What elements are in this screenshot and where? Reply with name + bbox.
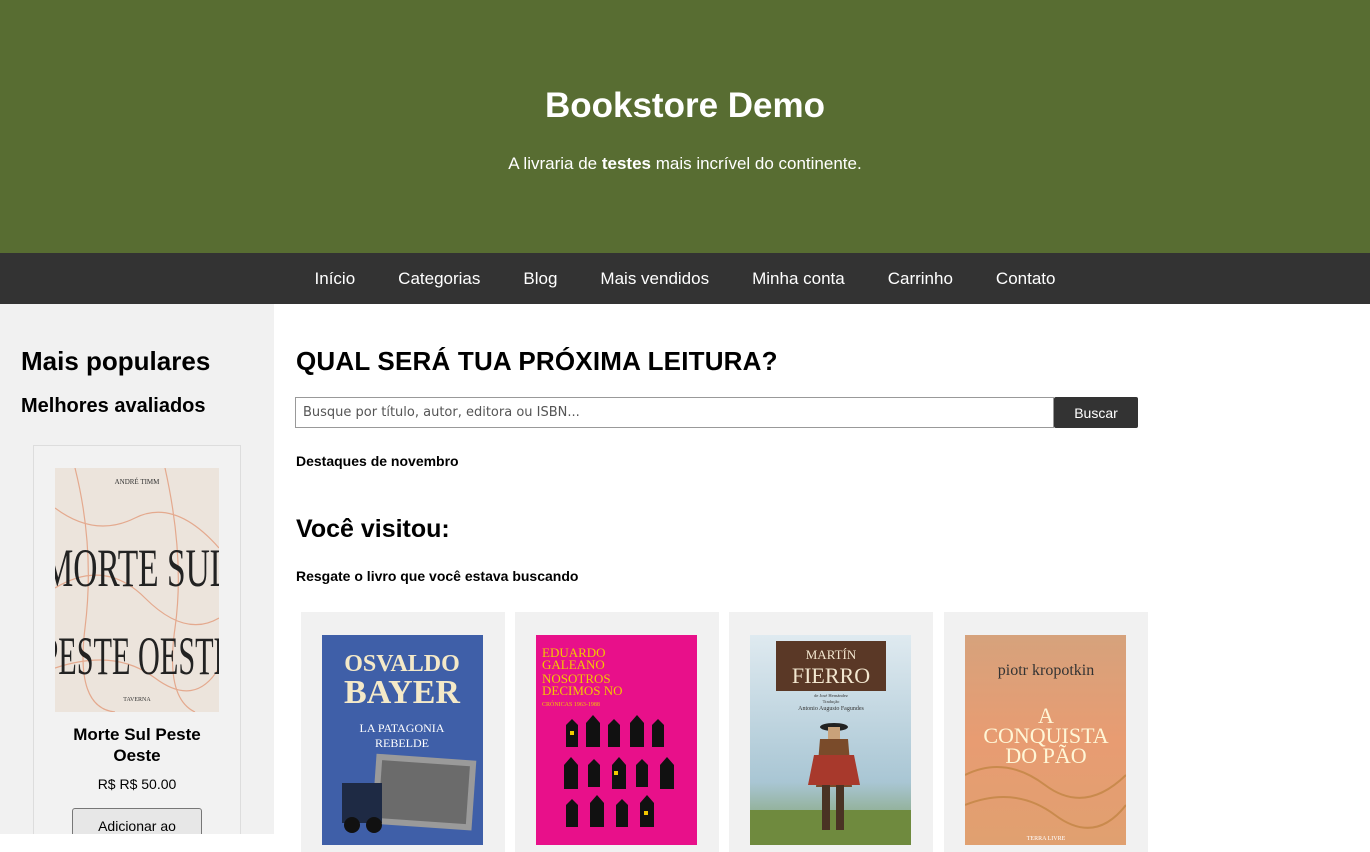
cover-title-line1: MORTE SUL xyxy=(55,538,219,598)
visited-book-card[interactable]: EDUARDO GALEANO NOSOTROS DECIMOS NO CRÓN… xyxy=(515,612,719,852)
cover-author-line2: BAYER xyxy=(344,674,460,711)
cover-title-line3: DO PÃO xyxy=(1005,743,1086,768)
cover-subtitle-line1: LA PATAGONIA xyxy=(360,721,445,735)
cover-author: piotr kropotkin xyxy=(998,662,1094,679)
main-content: QUAL SERÁ TUA PRÓXIMA LEITURA? Buscar De… xyxy=(274,304,1370,852)
tagline-text-end: mais incrível do continente. xyxy=(650,154,862,173)
visited-book-card[interactable]: OSVALDO BAYER LA PATAGONIA REBELDE xyxy=(301,612,505,852)
search-input[interactable] xyxy=(295,397,1054,428)
tagline-bold-text: testes xyxy=(601,154,651,173)
book-cover-la-patagonia-rebelde[interactable]: OSVALDO BAYER LA PATAGONIA REBELDE xyxy=(322,635,483,845)
nav-item-carrinho[interactable]: Carrinho xyxy=(866,253,974,304)
nav-item-inicio[interactable]: Início xyxy=(293,253,377,304)
product-title[interactable]: Morte Sul Peste Oeste xyxy=(34,724,240,766)
main-nav: Início Categorias Blog Mais vendidos Min… xyxy=(0,253,1370,304)
book-cover-morte-sul-peste-oeste[interactable]: ANDRÉ TIMM MORTE SUL PESTE OESTE TAVERNA xyxy=(55,468,219,712)
site-tagline: A livraria de testes mais incrível do co… xyxy=(508,154,861,174)
product-card: ANDRÉ TIMM MORTE SUL PESTE OESTE TAVERNA… xyxy=(33,445,241,834)
nav-item-blog[interactable]: Blog xyxy=(502,253,579,304)
page-content: Mais populares Melhores avaliados ANDRÉ … xyxy=(0,304,1370,852)
sidebar-subheading: Melhores avaliados xyxy=(21,395,206,417)
cover-title-line2: PESTE OESTE xyxy=(55,627,219,686)
cover-translator: Antonio Augusto Fagundes xyxy=(798,706,864,712)
cover-publisher: TAVERNA xyxy=(123,697,151,703)
visited-book-card[interactable]: piotr kropotkin A CONQUISTA DO PÃO TERRA… xyxy=(944,612,1148,852)
visited-heading: Você visitou: xyxy=(296,515,450,543)
cover-title-line1: MARTÍN xyxy=(806,647,857,662)
cover-subtitle-line2: DECIMOS NO xyxy=(542,683,623,698)
product-price: R$ R$ 50.00 xyxy=(97,776,177,792)
cover-author-line2: GALEANO xyxy=(542,657,605,672)
cover-author: ANDRÉ TIMM xyxy=(115,478,161,486)
highlights-label: Destaques de novembro xyxy=(296,453,459,469)
book-cover-nosotros-decimos-no[interactable]: EDUARDO GALEANO NOSOTROS DECIMOS NO CRÓN… xyxy=(536,635,697,845)
sidebar: Mais populares Melhores avaliados ANDRÉ … xyxy=(0,304,274,834)
cover-publisher: TERRA LIVRE xyxy=(1027,836,1066,842)
cover-author: de José Hernández xyxy=(814,693,848,698)
book-cover-a-conquista-do-pao[interactable]: piotr kropotkin A CONQUISTA DO PÃO TERRA… xyxy=(965,635,1126,845)
nav-item-mais-vendidos[interactable]: Mais vendidos xyxy=(579,253,731,304)
page-title: QUAL SERÁ TUA PRÓXIMA LEITURA? xyxy=(296,346,778,376)
cover-title-line2: FIERRO xyxy=(792,663,870,688)
cover-subtitle-line2: REBELDE xyxy=(375,736,429,750)
site-title: Bookstore Demo xyxy=(544,86,826,125)
book-cover-martin-fierro[interactable]: MARTÍN FIERRO de José Hernández Tradução… xyxy=(750,635,911,845)
add-to-cart-button[interactable]: Adicionar ao Carrinho xyxy=(72,808,202,834)
nav-item-categorias[interactable]: Categorias xyxy=(377,253,502,304)
search-button[interactable]: Buscar xyxy=(1054,397,1138,428)
sidebar-heading: Mais populares xyxy=(21,346,211,376)
nav-item-minha-conta[interactable]: Minha conta xyxy=(731,253,867,304)
site-header: Bookstore Demo A livraria de testes mais… xyxy=(0,0,1370,253)
nav-item-contato[interactable]: Contato xyxy=(974,253,1077,304)
cover-subtitle-line3: CRÓNICAS 1963-1988 xyxy=(542,700,600,708)
visited-book-card[interactable]: MARTÍN FIERRO de José Hernández Tradução… xyxy=(729,612,933,852)
visited-subheading: Resgate o livro que você estava buscando xyxy=(296,568,579,584)
cover-translator-label: Tradução xyxy=(823,699,841,704)
tagline-text-start: A livraria de xyxy=(508,154,602,173)
